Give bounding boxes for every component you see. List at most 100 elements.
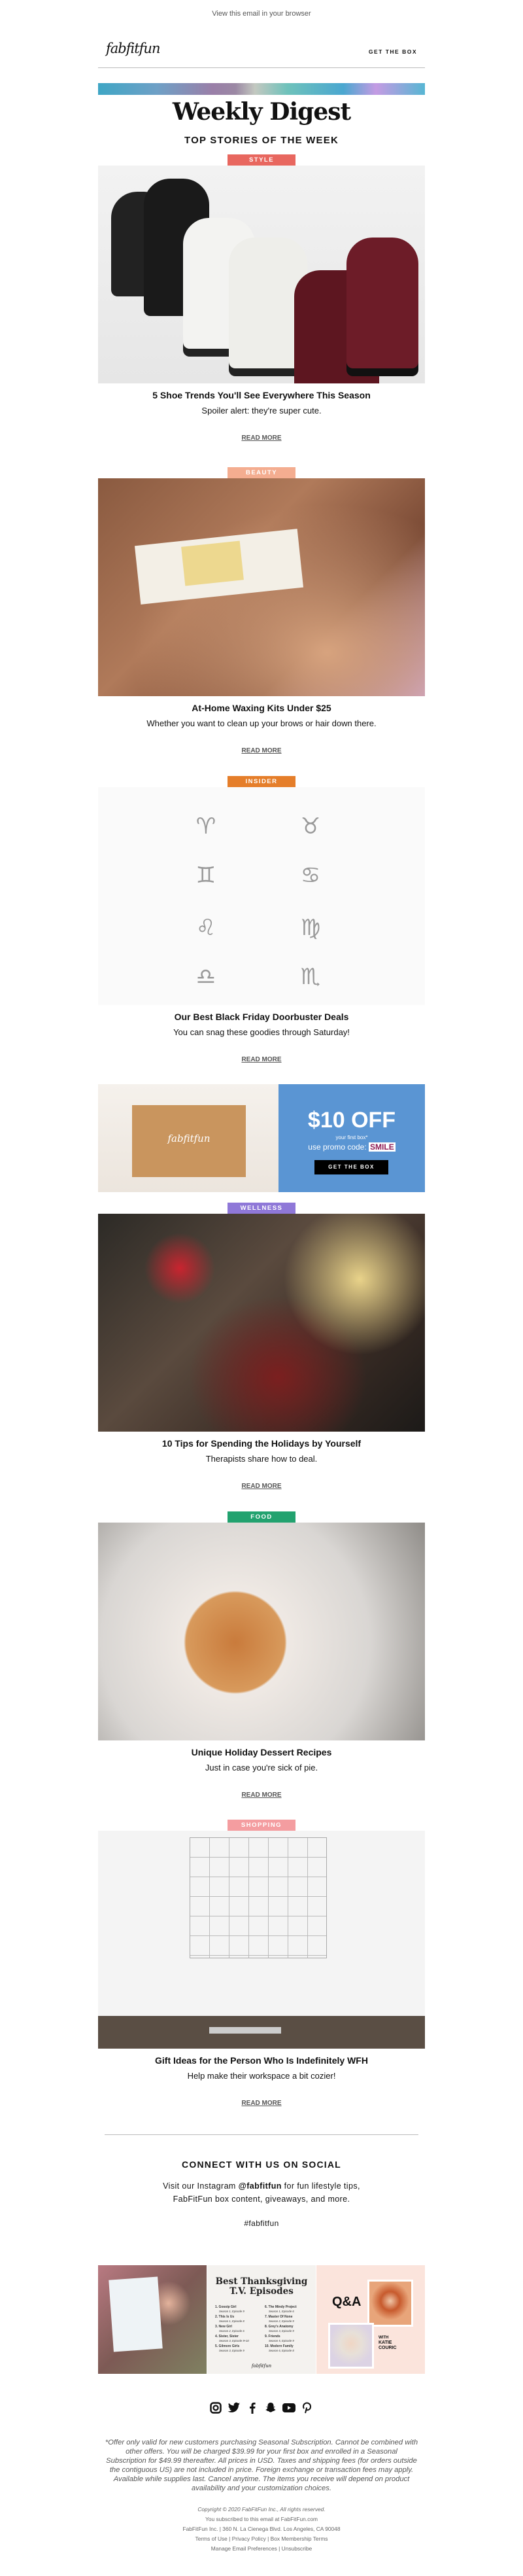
article-image-dessert[interactable] xyxy=(98,1523,425,1740)
social-text: Visit our Instagram xyxy=(163,2181,239,2191)
subscription-note: You subscribed to this email at FabFitFu… xyxy=(205,2516,318,2522)
article-food: FOOD Unique Holiday Dessert Recipes Just… xyxy=(98,1511,425,1819)
episode-season: Season 1, Episode 6 xyxy=(269,2310,294,2313)
separator: | xyxy=(277,2545,282,2552)
instagram-post[interactable]: Best Thanksgiving T.V. Episodes 1. Gossi… xyxy=(207,2265,316,2374)
social-text: for fun lifestyle tips, xyxy=(281,2181,360,2191)
category-tag: INSIDER xyxy=(228,776,295,787)
episode-season: Season 1, Episode 9 xyxy=(219,2310,245,2313)
article-shopping: SHOPPING Gift Ideas for the Person Who I… xyxy=(98,1820,425,2127)
episode-season: Season 3, Episode 9+10 xyxy=(219,2339,249,2342)
episode-season: Season 2, Episode 6 xyxy=(219,2329,245,2333)
footer-divider xyxy=(105,2134,418,2135)
article-title[interactable]: 5 Shoe Trends You'll See Everywhere This… xyxy=(98,390,425,400)
article-subtitle: Whether you want to clean up your brows … xyxy=(146,718,377,728)
article-image-boots[interactable] xyxy=(98,166,425,383)
instagram-icon[interactable] xyxy=(209,2401,222,2414)
social-text: FabFitFun box content, giveaways, and mo… xyxy=(173,2195,350,2204)
promo-headline: $10 OFF xyxy=(307,1108,396,1133)
separator: | xyxy=(265,2535,271,2542)
category-tag: SHOPPING xyxy=(228,1820,295,1831)
article-subtitle: Help make their workspace a bit cozier! xyxy=(187,2071,336,2081)
episode-list: 1. Gossip Girl Season 1, Episode 9 2. This… xyxy=(215,2304,262,2354)
offer-disclaimer: *Offer only valid for new customers purc… xyxy=(105,2439,418,2492)
article-insider: INSIDER ♈ ♉ ♊ ♋ ♌ ♍ ♎ ♏ Our Best Black Frida… xyxy=(98,776,425,1084)
facebook-icon[interactable] xyxy=(246,2401,259,2414)
article-wellness: WELLNESS 10 Tips for Spending the Holida… xyxy=(98,1203,425,1510)
page-title: Weekly Digest xyxy=(172,98,351,126)
manage-preferences-link[interactable]: Manage Email Preferences xyxy=(211,2545,277,2552)
post-logo: fabfitfun xyxy=(251,2363,272,2369)
instagram-post[interactable] xyxy=(98,2265,207,2374)
episode-season: Season 2, Episode 9 xyxy=(269,2320,294,2323)
instagram-grid: Best Thanksgiving T.V. Episodes 1. Gossi… xyxy=(98,2265,425,2374)
promo-subline: your first box* xyxy=(335,1135,368,1140)
episode-season: Season 5, Episode 9 xyxy=(269,2339,294,2342)
instagram-post[interactable]: Q&A WITH KATIE COURIC xyxy=(316,2265,425,2374)
article-title[interactable]: At-Home Waxing Kits Under $25 xyxy=(98,703,425,713)
get-the-box-link[interactable]: GET THE BOX xyxy=(353,48,417,55)
promo-offer-panel: $10 OFF your first box* use promo code: … xyxy=(278,1084,425,1192)
pinterest-icon[interactable] xyxy=(301,2401,314,2414)
privacy-policy-link[interactable]: Privacy Policy xyxy=(232,2535,266,2542)
category-tag: BEAUTY xyxy=(228,467,295,478)
instagram-handle-link[interactable]: @fabfitfun xyxy=(239,2181,282,2191)
episode-season: Season 6, Episode 8 xyxy=(269,2349,294,2352)
read-more-link[interactable]: READ MORE xyxy=(241,2100,281,2107)
social-icons xyxy=(98,2401,425,2414)
promo-box-image: fabfitfun xyxy=(98,1084,278,1192)
copyright: Copyright © 2020 FabFitFun Inc., All rig… xyxy=(197,2506,326,2513)
category-tag: STYLE xyxy=(228,154,295,166)
article-subtitle: You can snag these goodies through Satur… xyxy=(173,1027,350,1037)
youtube-icon[interactable] xyxy=(282,2401,295,2414)
episode-season: Season 3, Episode 9 xyxy=(219,2349,245,2352)
article-image-waxing[interactable] xyxy=(98,478,425,696)
footer-legal: Copyright © 2020 FabFitFun Inc., All rig… xyxy=(98,2505,425,2554)
header-divider xyxy=(98,67,425,68)
promo-code-line: use promo code: SMILE xyxy=(278,1142,425,1152)
article-beauty: BEAUTY At-Home Waxing Kits Under $25 Whe… xyxy=(98,467,425,775)
get-the-box-button[interactable]: GET THE BOX xyxy=(314,1160,388,1174)
episode-season: Season 1, Episode 8 xyxy=(219,2320,245,2323)
episode-list: 6. The Mindy Project Season 1, Episode 67… xyxy=(265,2304,312,2354)
episode-season: Season 3, Episode 9 xyxy=(269,2329,294,2333)
promo-banner[interactable]: fabfitfun $10 OFF your first box* use pr… xyxy=(98,1084,425,1192)
category-tag: WELLNESS xyxy=(228,1203,295,1214)
post-title: Best Thanksgiving T.V. Episodes xyxy=(215,2276,308,2297)
article-image-workspace[interactable] xyxy=(98,1831,425,2049)
gradient-banner xyxy=(98,83,425,95)
box-logo: fabfitfun xyxy=(167,1133,211,1144)
read-more-link[interactable]: READ MORE xyxy=(241,1056,281,1063)
article-image-holidays[interactable] xyxy=(98,1214,425,1432)
article-subtitle: Spoiler alert: they're super cute. xyxy=(201,406,322,415)
social-heading: CONNECT WITH US ON SOCIAL xyxy=(182,2159,341,2170)
snapchat-icon[interactable] xyxy=(264,2401,277,2414)
guest-last-name: COURIC xyxy=(379,2346,397,2350)
twitter-icon[interactable] xyxy=(228,2401,241,2414)
promo-code-label: use promo code: xyxy=(308,1142,367,1152)
box-membership-terms-link[interactable]: Box Membership Terms xyxy=(271,2535,328,2542)
article-title[interactable]: Unique Holiday Dessert Recipes xyxy=(98,1747,425,1757)
read-more-link[interactable]: READ MORE xyxy=(241,747,281,754)
read-more-link[interactable]: READ MORE xyxy=(241,434,281,442)
with-label: WITH xyxy=(379,2336,389,2340)
hashtag: #fabfitfun xyxy=(244,2219,279,2228)
read-more-link[interactable]: READ MORE xyxy=(241,1483,281,1490)
promo-code: SMILE xyxy=(369,1142,396,1152)
unsubscribe-link[interactable]: Unsubscribe xyxy=(282,2545,312,2552)
article-title[interactable]: Gift Ideas for the Person Who Is Indefin… xyxy=(98,2055,425,2066)
social-description: Visit our Instagram @fabfitfun for fun l… xyxy=(98,2179,425,2206)
category-tag: FOOD xyxy=(228,1511,295,1523)
article-image-zodiac-necklaces[interactable]: ♈ ♉ ♊ ♋ ♌ ♍ ♎ ♏ xyxy=(98,787,425,1005)
article-subtitle: Just in case you're sick of pie. xyxy=(205,1763,318,1773)
separator: | xyxy=(227,2535,232,2542)
fabfitfun-logo[interactable]: fabfitfun xyxy=(106,41,160,56)
company-address: FabFitFun Inc. | 360 N. La Cienega Blvd.… xyxy=(182,2526,341,2532)
article-title[interactable]: 10 Tips for Spending the Holidays by You… xyxy=(98,1438,425,1449)
guest-first-name: KATIE xyxy=(379,2340,392,2345)
view-in-browser-link[interactable]: View this email in your browser xyxy=(98,10,425,18)
qa-label: Q&A xyxy=(332,2295,362,2309)
terms-of-use-link[interactable]: Terms of Use xyxy=(195,2535,228,2542)
read-more-link[interactable]: READ MORE xyxy=(241,1791,281,1799)
article-title[interactable]: Our Best Black Friday Doorbuster Deals xyxy=(98,1012,425,1022)
